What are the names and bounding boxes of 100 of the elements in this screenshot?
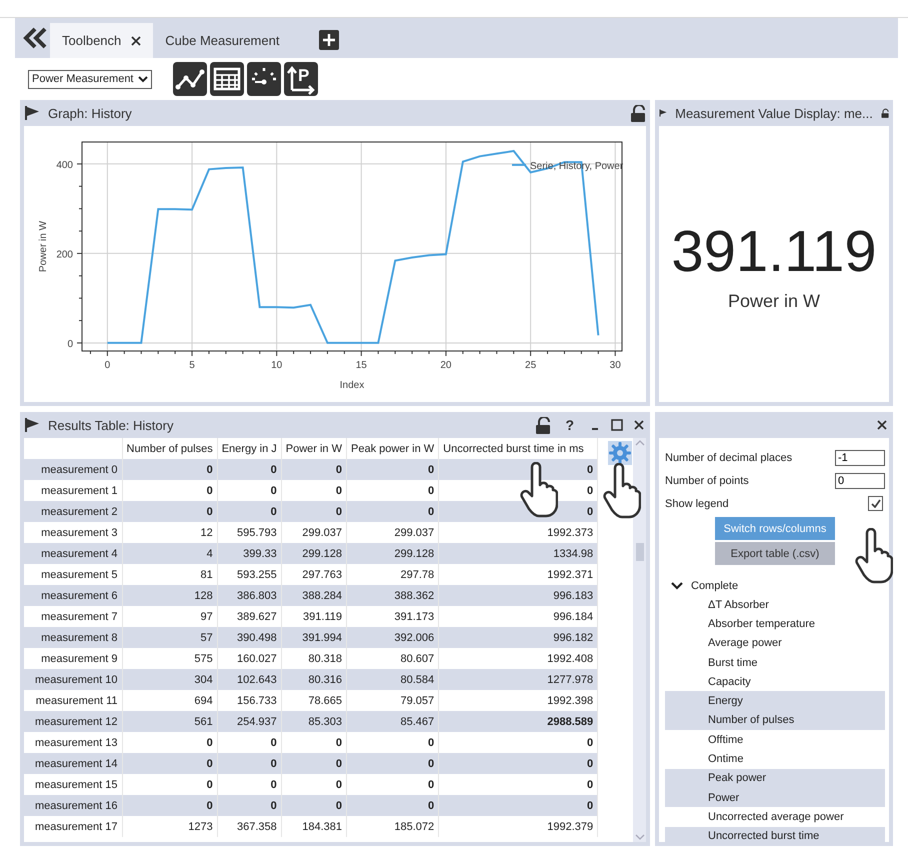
action-button[interactable]: Export table (.csv) xyxy=(715,542,835,565)
table-cell: 0 xyxy=(281,795,346,816)
row-label: measurement 12 xyxy=(24,711,122,732)
table-cell: 185.072 xyxy=(346,816,439,837)
table-cell: 0 xyxy=(217,459,282,480)
table-cell: 1334.98 xyxy=(438,543,598,564)
table-cell: 1277.978 xyxy=(438,669,598,690)
tree-item[interactable]: Power xyxy=(665,788,885,808)
table-cell: 0 xyxy=(438,795,598,816)
toolbar-button[interactable] xyxy=(247,62,281,96)
table-cell: 299.128 xyxy=(346,543,439,564)
table-cell: 0 xyxy=(346,795,439,816)
table-cell: 2988.589 xyxy=(438,711,598,732)
table-cell: 0 xyxy=(281,501,346,522)
unit-label: Power in W xyxy=(726,291,822,312)
table-cell: 561 xyxy=(122,711,218,732)
close-icon[interactable] xyxy=(131,36,142,46)
row-label: measurement 16 xyxy=(24,795,122,816)
legend-swatch xyxy=(512,164,526,166)
table-cell: 102.643 xyxy=(217,669,282,690)
check-icon xyxy=(870,499,880,508)
tick-label: 20 xyxy=(440,360,452,371)
table-cell: 390.498 xyxy=(217,627,282,648)
tree-item[interactable]: Offtime xyxy=(665,730,885,750)
toolbar-button[interactable] xyxy=(173,62,207,96)
row-label: measurement 10 xyxy=(24,669,122,690)
maximize-icon[interactable] xyxy=(610,418,624,432)
tick-label: 0 xyxy=(104,360,110,371)
row-label: measurement 17 xyxy=(24,816,122,837)
toolbar-button[interactable]: P xyxy=(284,62,318,96)
table-cell: 996.182 xyxy=(438,627,598,648)
close-icon[interactable] xyxy=(632,418,646,432)
table-cell: 0 xyxy=(281,753,346,774)
column-header: Uncorrected burst time in ms xyxy=(438,438,598,459)
table-cell: 0 xyxy=(217,753,282,774)
settings-icon xyxy=(608,441,632,465)
table-cell: 399.33 xyxy=(217,543,282,564)
tree-item[interactable]: Complete xyxy=(671,577,885,595)
tree-item[interactable]: Absorber temperature xyxy=(665,614,885,634)
tab[interactable]: Toolbench xyxy=(50,23,154,58)
tab[interactable]: Cube Measurement xyxy=(153,23,292,58)
row-label: measurement 6 xyxy=(24,585,122,606)
input-field[interactable]: 0 xyxy=(835,472,885,488)
scrollbar[interactable] xyxy=(633,438,646,842)
row-label: measurement 8 xyxy=(24,627,122,648)
table-cell: 184.381 xyxy=(281,816,346,837)
table-cell: 57 xyxy=(122,627,218,648)
tree-item[interactable]: ΔT Absorber xyxy=(665,595,885,614)
table-cell: 4 xyxy=(122,543,218,564)
field-label: Number of decimal places xyxy=(665,452,792,464)
hand-cursor-icon xyxy=(603,463,641,519)
tree-item[interactable]: Average power xyxy=(665,634,885,653)
tree-item[interactable]: Ontime xyxy=(665,749,885,769)
close-icon[interactable] xyxy=(875,418,889,432)
tree-item[interactable]: Number of pulses xyxy=(665,710,885,730)
panel-title: Graph: History xyxy=(48,106,133,120)
measurement-value: 391.119 xyxy=(670,218,878,285)
table-cell: 85.467 xyxy=(346,711,439,732)
panel-title: Results Table: History xyxy=(48,418,174,432)
toolbar-button[interactable] xyxy=(210,62,244,96)
tick-label: 25 xyxy=(525,360,536,371)
tree-item[interactable]: Energy xyxy=(665,691,885,711)
table-cell: 85.303 xyxy=(281,711,346,732)
row-label: measurement 14 xyxy=(24,753,122,774)
table-cell: 80.316 xyxy=(281,669,346,690)
table-cell: 0 xyxy=(217,795,282,816)
double-chevron-left-icon[interactable] xyxy=(23,27,47,49)
table-cell: 254.937 xyxy=(217,711,282,732)
table-cell: 1992.379 xyxy=(438,816,598,837)
table-cell: 299.128 xyxy=(281,543,346,564)
row-label: measurement 0 xyxy=(24,459,122,480)
panel-title: Measurement Value Display: me... xyxy=(675,106,873,120)
chevron-down-icon xyxy=(671,580,683,592)
tick-label: 400 xyxy=(56,160,73,171)
tick-label: 10 xyxy=(271,360,282,371)
tick-label: 30 xyxy=(610,360,621,371)
padlock-icon[interactable] xyxy=(535,416,552,434)
field-label: Show legend xyxy=(665,498,729,510)
tree-item[interactable]: Burst time xyxy=(665,652,885,672)
table-cell: 0 xyxy=(346,501,439,522)
flag-icon xyxy=(24,105,40,121)
help-button[interactable]: ? xyxy=(559,417,580,433)
padlock-icon[interactable] xyxy=(630,104,646,122)
flag-icon xyxy=(24,417,40,433)
measurement-dropdown[interactable]: Power Measurement xyxy=(28,70,152,88)
axis-label: Index xyxy=(340,380,364,391)
row-label: measurement 4 xyxy=(24,543,122,564)
table-cell: 0 xyxy=(281,459,346,480)
tick-label: 15 xyxy=(356,360,367,371)
tree-item[interactable]: Peak power xyxy=(665,768,885,788)
settings-button[interactable] xyxy=(608,441,632,465)
checkbox[interactable] xyxy=(868,496,883,511)
add-tab-icon[interactable] xyxy=(319,30,340,50)
column-header: Number of pulses xyxy=(122,438,218,459)
input-field[interactable]: -1 xyxy=(835,450,885,466)
tree-item[interactable]: Uncorrected average power xyxy=(665,807,885,827)
table-cell: 392.006 xyxy=(346,627,439,648)
tree-item[interactable]: Capacity xyxy=(665,672,885,692)
scrollbar-thumb[interactable] xyxy=(636,542,644,561)
column-header: Peak power in W xyxy=(346,438,439,459)
